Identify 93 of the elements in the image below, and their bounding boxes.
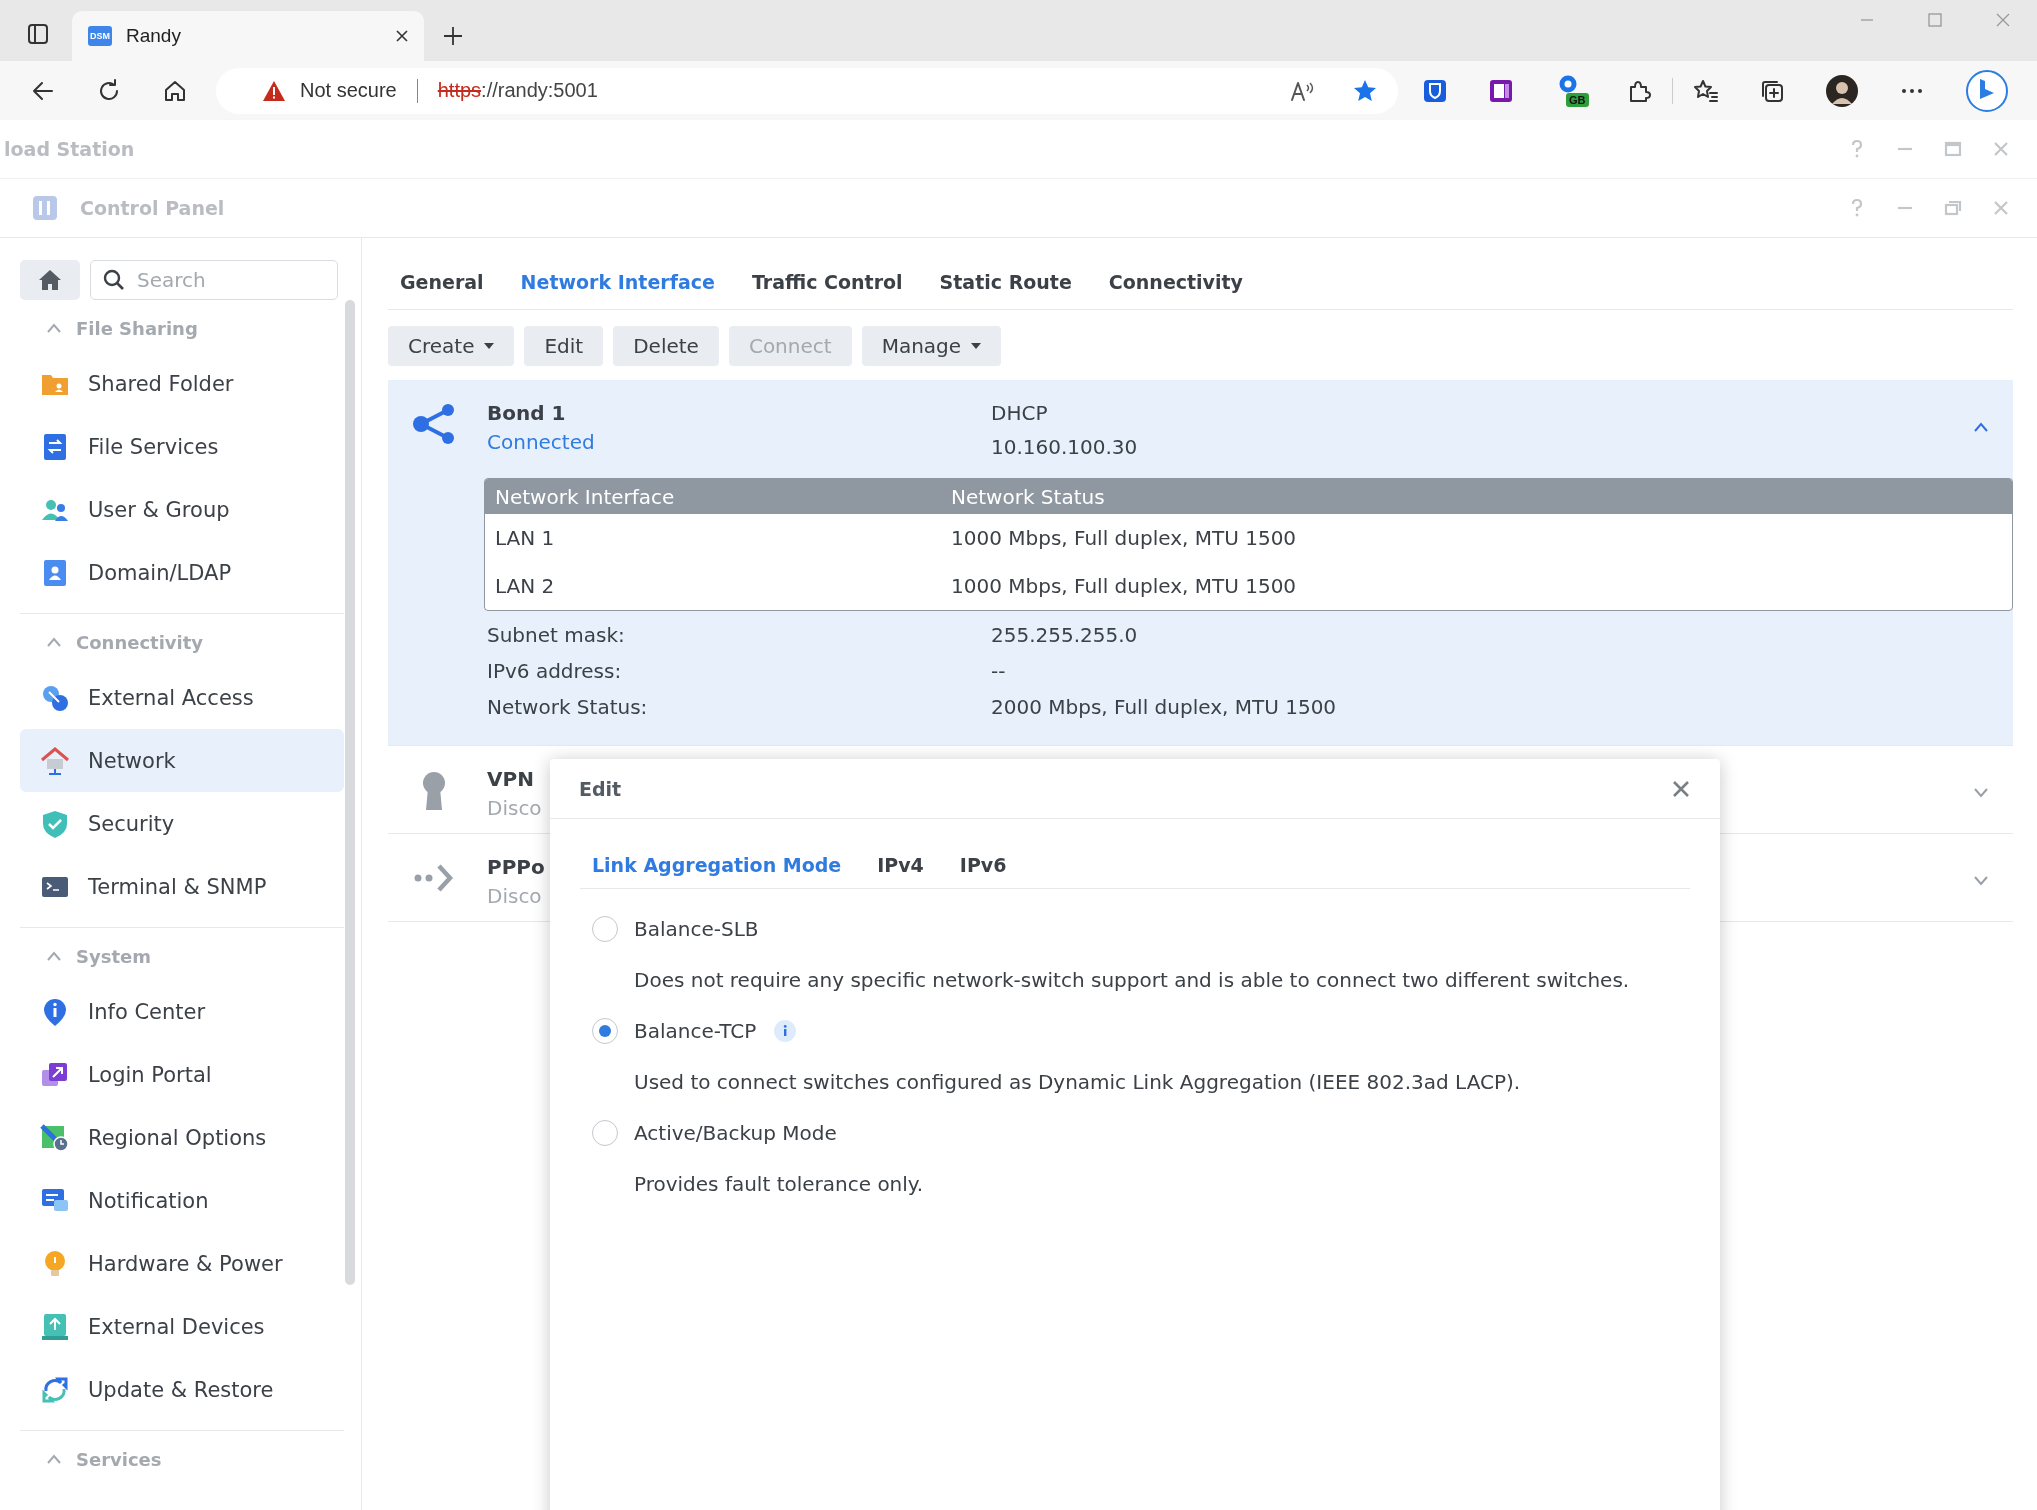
cloud-icon[interactable] <box>1558 74 1578 93</box>
interface-name: VPN <box>487 766 534 793</box>
option-label[interactable]: Active/Backup Mode <box>634 1121 837 1145</box>
search-field[interactable]: Search <box>90 260 338 300</box>
sidebar-item[interactable]: Info Center <box>20 980 344 1043</box>
security-label: Not secure <box>300 79 397 102</box>
read-aloud-icon[interactable] <box>1290 79 1316 102</box>
tab[interactable]: Connectivity <box>1108 264 1243 300</box>
notebook-icon[interactable] <box>1488 77 1514 104</box>
dialog-title: Edit <box>579 777 622 800</box>
control-panel-icon <box>30 193 60 223</box>
toolbar-button: Connect <box>728 326 852 366</box>
table-cell-text: LAN 2 <box>494 574 556 598</box>
radio-button[interactable] <box>592 1120 618 1146</box>
option-description: Used to connect switches configured as Dynamic Link Aggregation (IEEE 802.3ad LACP). <box>633 1069 1522 1096</box>
home-icon <box>38 269 62 291</box>
home-button[interactable] <box>20 260 80 300</box>
chevron-down-icon[interactable] <box>1973 876 1989 886</box>
detail-value: 255.255.255.0 <box>991 622 1139 649</box>
sidebar-item[interactable]: User & Group <box>20 478 344 541</box>
scrollbar[interactable] <box>345 300 355 1285</box>
column-header: Network Interface <box>494 484 676 509</box>
shield-icon <box>40 808 70 839</box>
plus-icon[interactable] <box>442 25 464 47</box>
chevron-up-icon[interactable] <box>1973 422 1989 432</box>
address-field[interactable]: Not secure https://randy:5001 <box>216 67 1398 114</box>
option-description: Provides fault tolerance only. <box>633 1171 925 1198</box>
extension-badge: GB <box>1566 92 1589 107</box>
window-title: Control Panel <box>80 197 225 219</box>
map-clock-icon <box>40 1122 70 1153</box>
tab[interactable]: Static Route <box>939 264 1072 300</box>
interface-panel[interactable] <box>388 380 2013 746</box>
table-cell-text: 1000 Mbps, Full duplex, MTU 1500 <box>950 574 1298 598</box>
detail-label: Network Status: <box>487 694 649 721</box>
sidebar-item[interactable]: Hardware & Power <box>20 1232 344 1295</box>
sidebar-item[interactable]: Security <box>20 792 344 855</box>
favicon: DSM <box>88 26 112 46</box>
tab-actions-icon[interactable] <box>26 22 50 46</box>
sidebar-item[interactable]: Regional Options <box>20 1106 344 1169</box>
interface-name: Bond 1 <box>487 400 566 427</box>
option-description: Does not require any specific network-switch support and is able to connect two different switches. <box>633 967 1631 994</box>
ip-mode: DHCP <box>991 400 1049 427</box>
tab[interactable]: General <box>400 264 484 300</box>
tab[interactable]: Link Aggregation Mode <box>592 847 842 883</box>
option-label[interactable]: Balance-SLB <box>634 917 759 941</box>
house-icon <box>40 745 70 776</box>
toolbar-button[interactable]: Delete <box>613 326 719 366</box>
info-icon[interactable] <box>774 1020 797 1042</box>
table-cell-text: LAN 1 <box>494 526 556 550</box>
ip-address: 10.160.100.30 <box>991 434 1139 461</box>
connection-status: Connected <box>487 430 595 454</box>
shield-icon[interactable] <box>1422 77 1448 104</box>
tab[interactable]: IPv6 <box>959 847 1007 883</box>
sidebar-item[interactable]: Domain/LDAP <box>20 541 344 604</box>
radio-button[interactable] <box>592 1018 618 1044</box>
toolbar-button[interactable]: Create <box>388 326 515 366</box>
upload-icon <box>40 1311 70 1342</box>
detail-value: -- <box>991 658 1007 685</box>
close-icon[interactable] <box>394 28 410 44</box>
option-label[interactable]: Balance-TCP <box>634 1019 757 1043</box>
chevron-down-icon[interactable] <box>1973 788 1989 798</box>
detail-label: Subnet mask: <box>487 622 626 649</box>
interface-name: PPPo <box>487 854 545 881</box>
browser-tab[interactable]: DSM Randy <box>72 11 424 61</box>
sidebar-item[interactable]: Terminal & SNMP <box>20 855 344 918</box>
tab[interactable]: Network Interface <box>520 264 715 300</box>
share-icon <box>412 402 456 446</box>
sidebar-item[interactable]: Login Portal <box>20 1043 344 1106</box>
avatar-icon[interactable] <box>1825 73 1859 108</box>
url-text: https://randy:5001 <box>437 79 598 102</box>
connection-status: Disco <box>487 884 542 908</box>
sidebar-item[interactable]: Shared Folder <box>20 352 344 415</box>
connection-status: Disco <box>487 796 542 820</box>
table-cell-text: 1000 Mbps, Full duplex, MTU 1500 <box>950 526 1298 550</box>
search-icon <box>103 269 125 291</box>
favorites-icon[interactable] <box>1693 77 1719 104</box>
sidebar-item[interactable]: Update & Restore <box>20 1358 344 1421</box>
sidebar-item[interactable]: External Access <box>20 666 344 729</box>
sidebar-item[interactable]: File Services <box>20 415 344 478</box>
tab[interactable]: Traffic Control <box>751 264 903 300</box>
radio-button[interactable] <box>592 916 618 942</box>
tab[interactable]: IPv4 <box>877 847 924 883</box>
tab-title: Randy <box>126 25 182 47</box>
column-header: Network Status <box>950 484 1106 509</box>
detail-label: IPv6 address: <box>487 658 623 685</box>
warning-icon <box>262 79 286 102</box>
sidebar-item[interactable]: External Devices <box>20 1295 344 1358</box>
toolbar-button[interactable]: Manage <box>861 326 1002 366</box>
sidebar-item[interactable]: Notification <box>20 1169 344 1232</box>
toolbar-button[interactable]: Edit <box>524 326 604 366</box>
sidebar-item[interactable]: Network <box>20 729 344 792</box>
detail-value: 2000 Mbps, Full duplex, MTU 1500 <box>991 694 1338 721</box>
window-title: load Station <box>4 138 135 160</box>
